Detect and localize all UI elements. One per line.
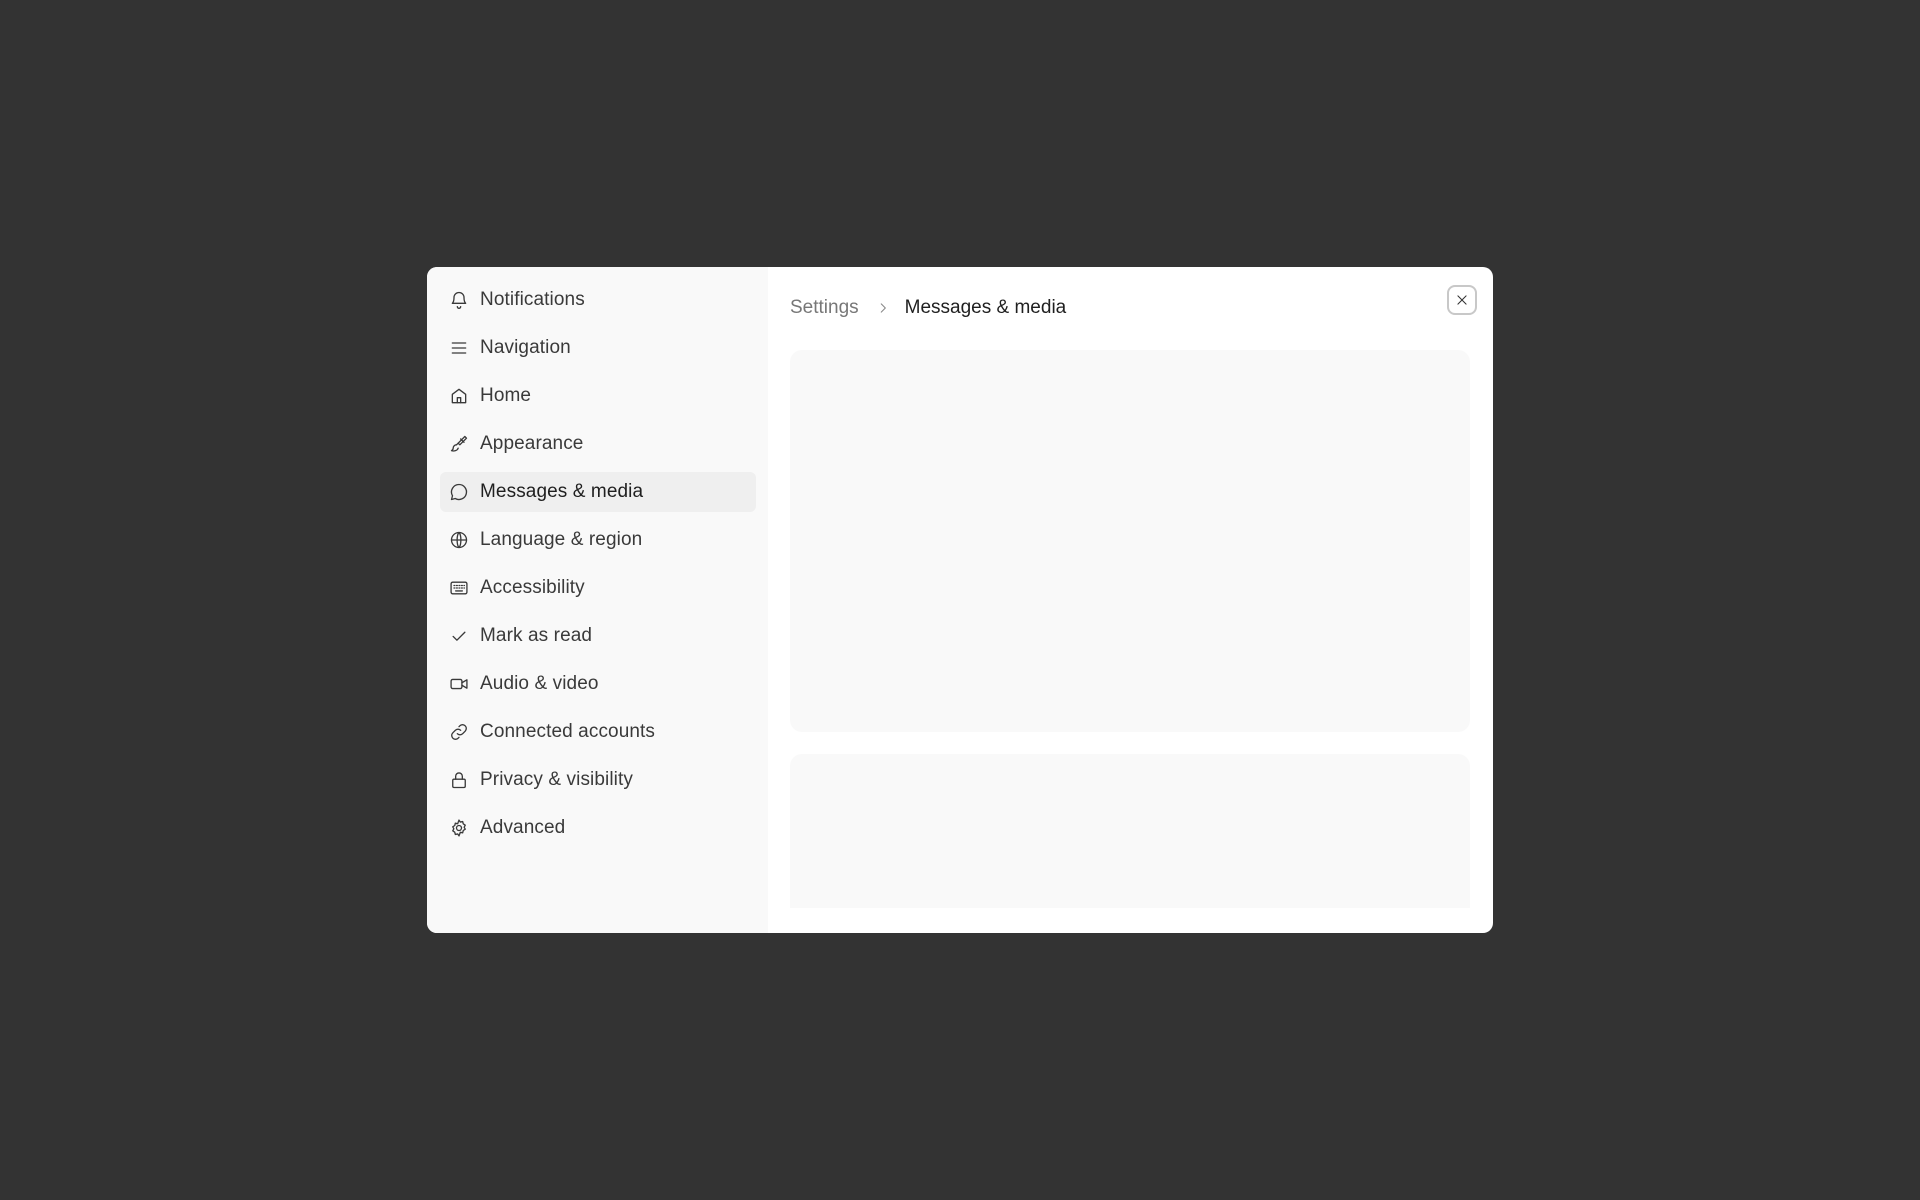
sidebar-item-label: Accessibility bbox=[480, 577, 585, 598]
sidebar-item-privacy-visibility[interactable]: Privacy & visibility bbox=[440, 760, 756, 800]
content-scroll-area[interactable]: Settings Messages & media bbox=[790, 267, 1470, 908]
settings-panel-placeholder bbox=[790, 350, 1470, 732]
check-icon bbox=[448, 625, 470, 647]
settings-panel-placeholder bbox=[790, 754, 1470, 908]
sidebar-item-label: Connected accounts bbox=[480, 721, 656, 742]
sidebar-item-notifications[interactable]: Notifications bbox=[440, 280, 756, 320]
bell-icon bbox=[448, 289, 470, 311]
gear-icon bbox=[448, 817, 470, 839]
sidebar-item-label: Language & region bbox=[480, 529, 643, 550]
sidebar-item-label: Audio & video bbox=[480, 673, 599, 694]
sidebar-item-navigation[interactable]: Navigation bbox=[440, 328, 756, 368]
sidebar-item-appearance[interactable]: Appearance bbox=[440, 424, 756, 464]
sidebar-item-connected-accounts[interactable]: Connected accounts bbox=[440, 712, 756, 752]
close-icon bbox=[1457, 295, 1467, 305]
sidebar-item-label: Home bbox=[480, 385, 532, 406]
link-icon bbox=[448, 721, 470, 743]
globe-icon bbox=[448, 529, 470, 551]
sidebar-item-label: Privacy & visibility bbox=[480, 769, 633, 790]
sidebar-item-home[interactable]: Home bbox=[440, 376, 756, 416]
keyboard-icon bbox=[448, 577, 470, 599]
sidebar-item-label: Appearance bbox=[480, 433, 584, 454]
breadcrumb-current: Messages & media bbox=[904, 297, 1067, 318]
sidebar-item-accessibility[interactable]: Accessibility bbox=[440, 568, 756, 608]
sidebar-item-audio-video[interactable]: Audio & video bbox=[440, 664, 756, 704]
sidebar-item-advanced[interactable]: Advanced bbox=[440, 808, 756, 848]
sidebar-item-label: Notifications bbox=[480, 289, 585, 310]
menu-icon bbox=[448, 337, 470, 359]
lock-icon bbox=[448, 769, 470, 791]
settings-content: Settings Messages & media bbox=[768, 267, 1493, 933]
sidebar-item-messages-media[interactable]: Messages & media bbox=[440, 472, 756, 512]
home-icon bbox=[448, 385, 470, 407]
chevron-right-icon bbox=[873, 298, 893, 318]
settings-modal: Notifications Navigation Home Appearance bbox=[427, 267, 1493, 933]
paintbrush-icon bbox=[448, 433, 470, 455]
sidebar-item-language-region[interactable]: Language & region bbox=[440, 520, 756, 560]
sidebar-item-mark-as-read[interactable]: Mark as read bbox=[440, 616, 756, 656]
breadcrumb: Settings Messages & media bbox=[790, 293, 1470, 323]
close-button[interactable] bbox=[1447, 285, 1477, 315]
sidebar-item-label: Navigation bbox=[480, 337, 571, 358]
sidebar-item-label: Mark as read bbox=[480, 625, 593, 646]
chat-bubble-icon bbox=[448, 481, 470, 503]
settings-sidebar: Notifications Navigation Home Appearance bbox=[427, 267, 768, 933]
sidebar-item-label: Messages & media bbox=[480, 481, 644, 502]
video-camera-icon bbox=[448, 673, 470, 695]
breadcrumb-settings-link[interactable]: Settings bbox=[790, 297, 859, 319]
sidebar-item-label: Advanced bbox=[480, 817, 566, 838]
